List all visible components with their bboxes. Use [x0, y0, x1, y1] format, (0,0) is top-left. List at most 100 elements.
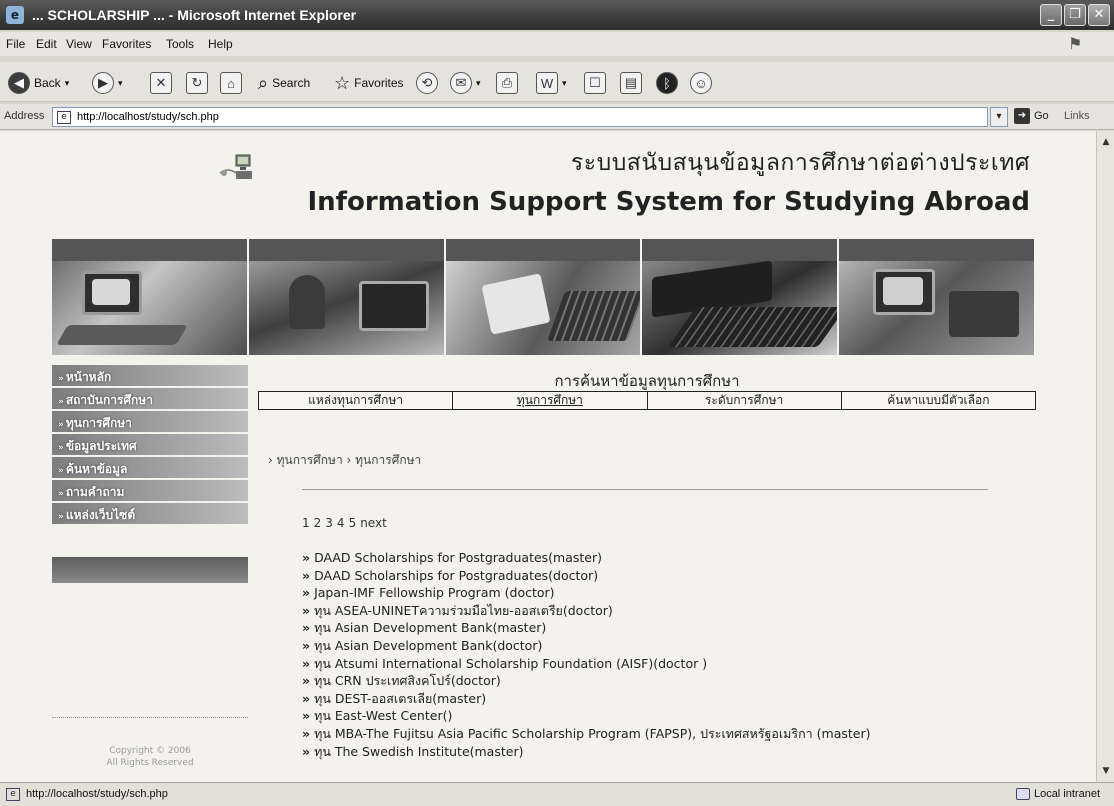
address-label: Address [4, 110, 45, 122]
search-tabs: แหล่งทุนการศึกษา ทุนการศึกษา ระดับการศึก… [258, 391, 1036, 410]
page-title-english: Information Support System for Studying … [307, 187, 1031, 217]
tab-advanced-search[interactable]: ค้นหาแบบมีตัวเลือก [841, 392, 1035, 409]
page-viewport: ระบบสนับสนุนข้อมูลการศึกษาต่อต่างประเทศ … [0, 131, 1096, 782]
list-item[interactable]: » ทุน DEST-ออสเตรเลีย(master) [302, 690, 871, 708]
list-item[interactable]: » DAAD Scholarships for Postgraduates(doc… [302, 567, 871, 585]
list-item[interactable]: » ทุน East-West Center() [302, 707, 871, 725]
list-item[interactable]: » Japan-IMF Fellowship Program (doctor) [302, 584, 871, 602]
next-page-link[interactable]: next [360, 516, 387, 530]
page-link-2[interactable]: 2 [314, 516, 322, 530]
address-dropdown-button[interactable]: ▾ [990, 107, 1008, 127]
sidebar-item-countries[interactable]: » ข้อมูลประเทศ [52, 434, 248, 455]
vertical-scrollbar[interactable]: ▲ ▼ [1096, 131, 1114, 782]
chevron-down-icon: ▾ [118, 77, 123, 88]
scroll-down-arrow-icon[interactable]: ▼ [1099, 764, 1113, 778]
back-button[interactable]: ◀ Back ▾ [8, 70, 69, 96]
tab-education-level[interactable]: ระดับการศึกษา [647, 392, 842, 409]
tab-scholarships[interactable]: ทุนการศึกษา [453, 392, 648, 409]
close-button[interactable]: ✕ [1088, 4, 1110, 26]
list-item[interactable]: » ทุน Asian Development Bank(master) [302, 619, 871, 637]
arrow-icon: » [58, 466, 64, 476]
home-icon: ⌂ [220, 72, 242, 94]
scroll-up-arrow-icon[interactable]: ▲ [1099, 135, 1113, 149]
menu-tools[interactable]: Tools [166, 37, 194, 51]
tab-funding-sources[interactable]: แหล่งทุนการศึกษา [259, 392, 454, 409]
windows-flag-icon: ⚑ [1068, 34, 1083, 53]
menu-file[interactable]: File [6, 37, 25, 51]
list-item[interactable]: » ทุน MBA-The Fujitsu Asia Pacific Schola… [302, 725, 871, 743]
sidebar-item-home[interactable]: » หน้าหลัก [52, 365, 248, 386]
sidebar-item-scholarships[interactable]: » ทุนการศึกษา [52, 411, 248, 432]
favorites-button[interactable]: ☆ Favorites [334, 70, 404, 96]
banner-photo-computer-monitor [839, 239, 1034, 355]
search-label: Search [272, 76, 311, 90]
home-button[interactable]: ⌂ [220, 70, 242, 96]
ie-icon: e [6, 6, 24, 24]
bullet-icon: » [302, 637, 311, 653]
page-link-1[interactable]: 1 [302, 516, 310, 530]
messenger-icon: ☺ [690, 72, 712, 94]
address-bar: Address e http://localhost/study/sch.php… [0, 104, 1114, 130]
stop-button[interactable]: ✕ [150, 70, 172, 96]
back-arrow-icon: ◀ [8, 72, 30, 94]
bullet-icon: » [302, 567, 311, 583]
restore-button[interactable]: ❐ [1064, 4, 1086, 26]
page-icon: e [6, 788, 20, 801]
bluetooth-button[interactable]: ᛒ [656, 70, 678, 96]
go-button[interactable]: ➜ Go [1014, 108, 1049, 124]
bullet-icon: » [302, 673, 311, 689]
sidebar-item-ask-question[interactable]: » ถามคำถาม [52, 480, 248, 501]
bullet-icon: » [302, 743, 311, 759]
sidebar-item-websites[interactable]: » แหล่งเว็บไซต์ [52, 503, 248, 524]
research-button[interactable]: ▤ [620, 70, 642, 96]
toolbar: ◀ Back ▾ ▶ ▾ ✕ ↻ ⌂ ⌕ Search ☆ Favorites … [0, 62, 1114, 102]
sidebar-footer-rule [52, 717, 248, 718]
menu-view[interactable]: View [66, 37, 92, 51]
minimize-button[interactable]: _ [1040, 4, 1062, 26]
sidebar-item-label: ทุนการศึกษา [65, 416, 132, 430]
sidebar-item-label: ข้อมูลประเทศ [65, 439, 137, 453]
page-link-5[interactable]: 5 [349, 516, 357, 530]
sidebar-item-institutions[interactable]: » สถาบันการศึกษา [52, 388, 248, 409]
arrow-icon: » [58, 512, 64, 522]
favorites-label: Favorites [354, 76, 404, 90]
chevron-down-icon: ▾ [476, 77, 481, 88]
menu-edit[interactable]: Edit [36, 37, 57, 51]
edit-button[interactable]: W ▾ [536, 70, 567, 96]
back-label: Back [34, 76, 61, 90]
refresh-button[interactable]: ↻ [186, 70, 208, 96]
address-url: http://localhost/study/sch.php [77, 111, 219, 123]
list-item[interactable]: » DAAD Scholarships for Postgraduates(mas… [302, 549, 871, 567]
search-button[interactable]: ⌕ Search [258, 70, 310, 96]
messenger-button[interactable]: ☺ [690, 70, 712, 96]
copyright-line-2: All Rights Reserved [106, 758, 194, 768]
forward-arrow-icon: ▶ [92, 72, 114, 94]
menu-help[interactable]: Help [208, 37, 233, 51]
bullet-icon: » [302, 602, 311, 618]
address-input[interactable]: e http://localhost/study/sch.php [52, 107, 988, 127]
list-item[interactable]: » ทุน The Swedish Institute(master) [302, 743, 871, 761]
sidebar-item-label: สถาบันการศึกษา [65, 393, 153, 407]
bullet-icon: » [302, 725, 311, 741]
copyright-text: Copyright © 2006 All Rights Reserved [60, 745, 240, 769]
history-button[interactable]: ⟲ [416, 70, 438, 96]
page-link-4[interactable]: 4 [337, 516, 345, 530]
list-item[interactable]: » ทุน Asian Development Bank(doctor) [302, 637, 871, 655]
list-item[interactable]: » ทุน Atsumi International Scholarship Fo… [302, 655, 871, 673]
computer-network-icon [219, 154, 252, 179]
status-bar: e http://localhost/study/sch.php Local i… [0, 782, 1114, 806]
list-item[interactable]: » ทุน CRN ประเทศสิงคโปร์(doctor) [302, 672, 871, 690]
scholarship-search-panel: การค้นหาข้อมูลทุนการศึกษา แหล่งทุนการศึก… [258, 369, 1036, 410]
forward-button[interactable]: ▶ ▾ [92, 70, 123, 96]
star-icon: ☆ [334, 72, 351, 93]
discuss-button[interactable]: ☐ [584, 70, 606, 96]
sidebar-item-search[interactable]: » ค้นหาข้อมูล [52, 457, 248, 478]
list-item[interactable]: » ทุน ASEA-UNINETความร่วมมือไทย-ออสเตรีย(… [302, 602, 871, 620]
links-button[interactable]: Links [1064, 110, 1090, 122]
menu-favorites[interactable]: Favorites [102, 37, 151, 51]
sidebar-item-label: หน้าหลัก [65, 370, 112, 384]
page-link-3[interactable]: 3 [325, 516, 333, 530]
refresh-icon: ↻ [186, 72, 208, 94]
print-button[interactable]: ⎙ [496, 70, 518, 96]
mail-button[interactable]: ✉ ▾ [450, 70, 481, 96]
